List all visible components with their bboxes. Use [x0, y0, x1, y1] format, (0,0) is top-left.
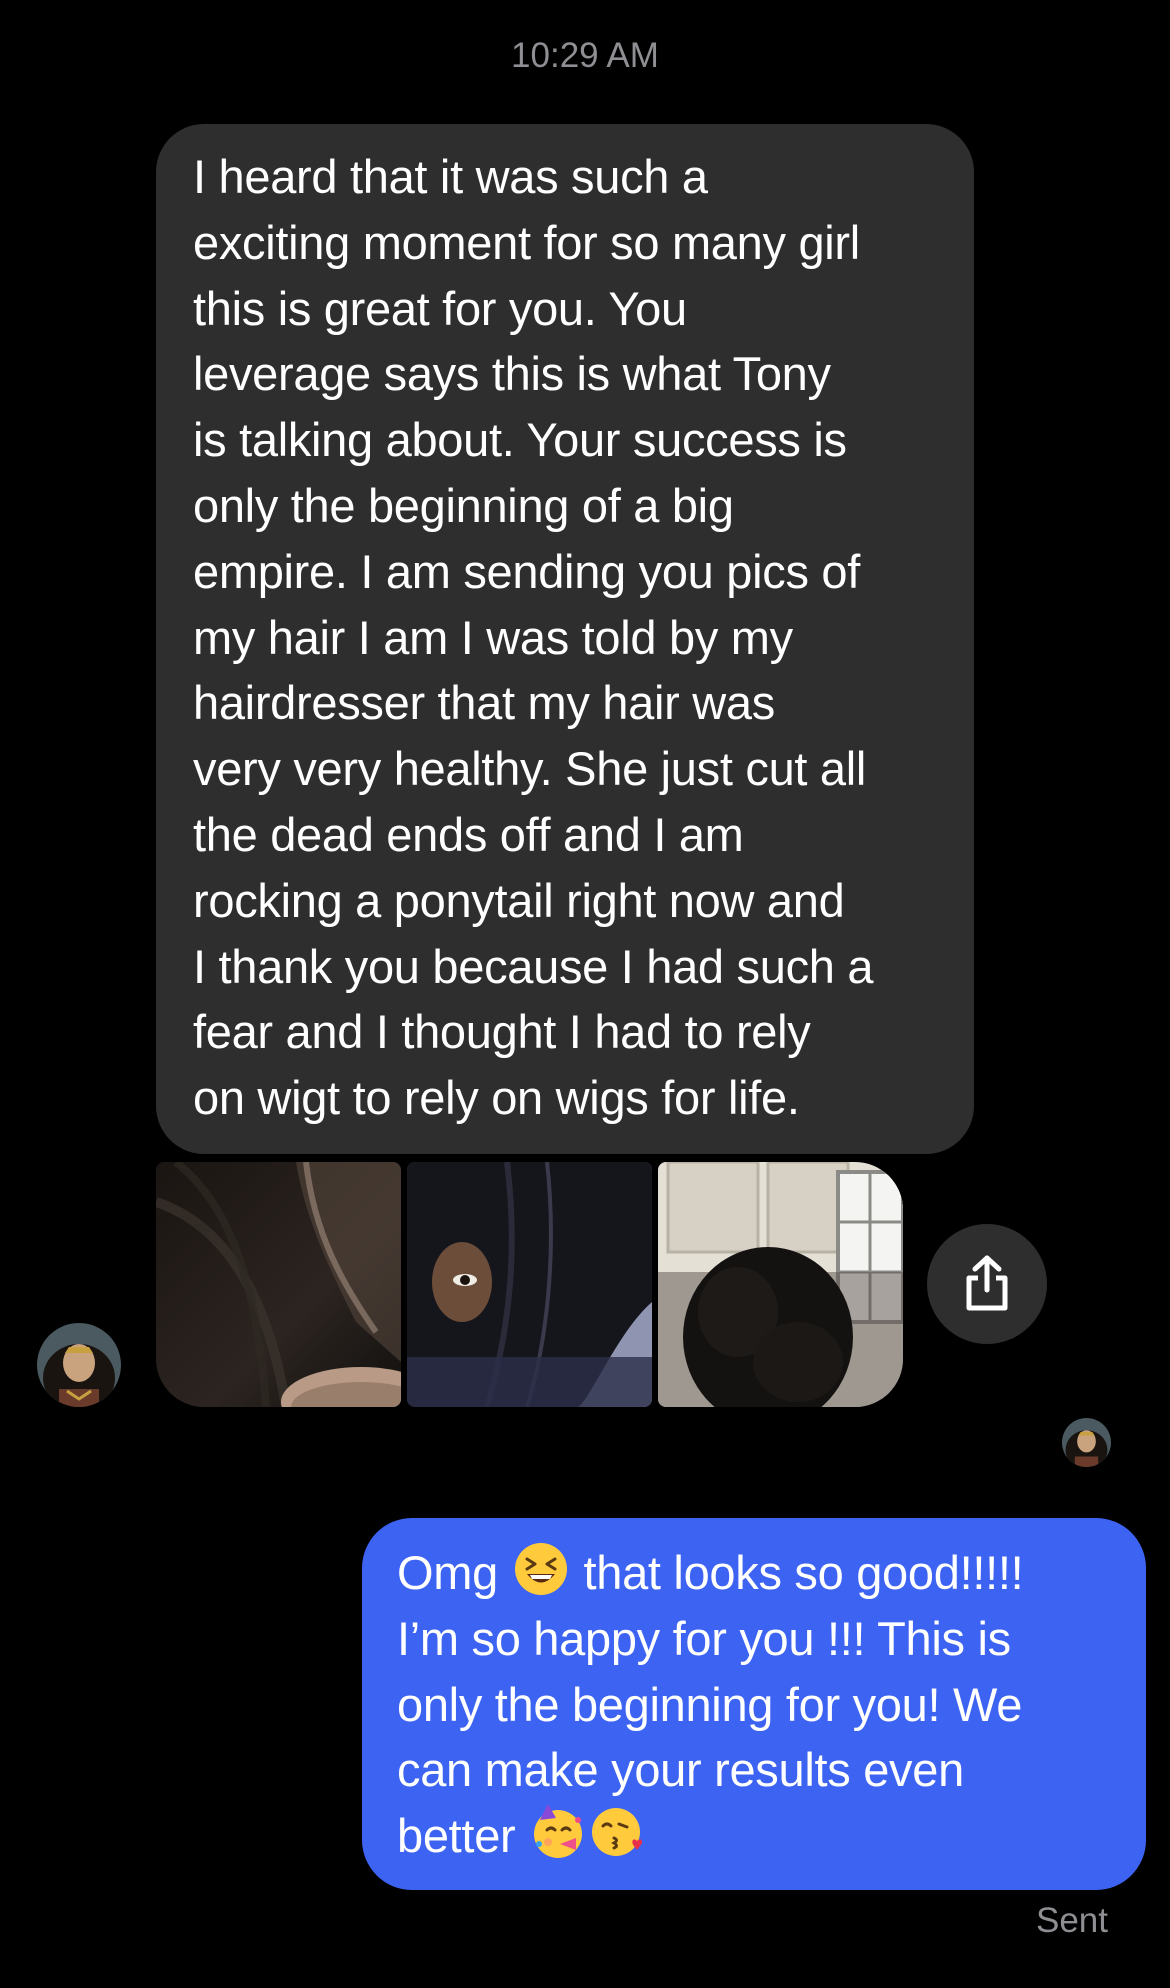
hair-part-photo[interactable] [156, 1162, 401, 1407]
face-blowing-a-kiss-icon [590, 1804, 646, 1860]
share-button[interactable] [927, 1224, 1047, 1344]
message-word: Omg [397, 1546, 498, 1599]
message-line: hairdresser that my hair was [193, 676, 775, 730]
curly-hair-back-photo[interactable] [658, 1162, 903, 1407]
message-line: only the beginning for you! We [397, 1677, 1023, 1731]
outgoing-message-bubble[interactable]: Omg that looks so good!!!!! I’m so happy… [362, 1518, 1146, 1890]
incoming-message-text: I heard that it was such a exciting mome… [193, 144, 944, 1131]
message-timestamp: 10:29 AM [511, 36, 659, 75]
message-line: this is great for you. You [193, 281, 687, 335]
message-line: on wigt to rely on wigs for life. [193, 1071, 800, 1125]
message-line: I thank you because I had such a [193, 939, 874, 993]
outgoing-message-text: Omg that looks so good!!!!! I’m so happy… [397, 1540, 1126, 1869]
message-line: exciting moment for so many girl [193, 215, 860, 269]
message-line: rocking a ponytail right now and [193, 873, 845, 927]
message-line: only the beginning of a big [193, 478, 734, 532]
message-line: I heard that it was such a [193, 150, 708, 203]
share-icon [966, 1255, 1008, 1311]
message-line: the dead ends off and I am [193, 807, 744, 861]
sender-avatar[interactable] [37, 1323, 121, 1407]
message-word: better [397, 1809, 516, 1863]
message-line: fear and I thought I had to rely [193, 1005, 811, 1059]
message-line: my hair I am I was told by my [193, 610, 793, 664]
message-line: better [397, 1803, 1126, 1869]
message-line: leverage says this is what Tony [193, 347, 831, 401]
selfie-straight-hair-photo[interactable] [407, 1162, 652, 1407]
message-line: is talking about. Your success is [193, 413, 847, 467]
message-words: that looks so good!!!!! [583, 1546, 1024, 1599]
incoming-message-bubble[interactable]: I heard that it was such a exciting mome… [156, 124, 974, 1154]
partying-face-icon [530, 1804, 586, 1860]
message-line: can make your results even [397, 1743, 964, 1797]
grinning-squinting-face-icon [513, 1541, 569, 1597]
delivery-status: Sent [1036, 1901, 1108, 1940]
message-line: very very healthy. She just cut all [193, 742, 867, 796]
read-receipt-avatar [1062, 1418, 1111, 1467]
photo-attachments [156, 1162, 904, 1407]
message-line: empire. I am sending you pics of [193, 544, 861, 598]
message-line: I’m so happy for you !!! This is [397, 1611, 1011, 1665]
message-line: Omg that looks so good!!!!! [397, 1540, 1126, 1606]
